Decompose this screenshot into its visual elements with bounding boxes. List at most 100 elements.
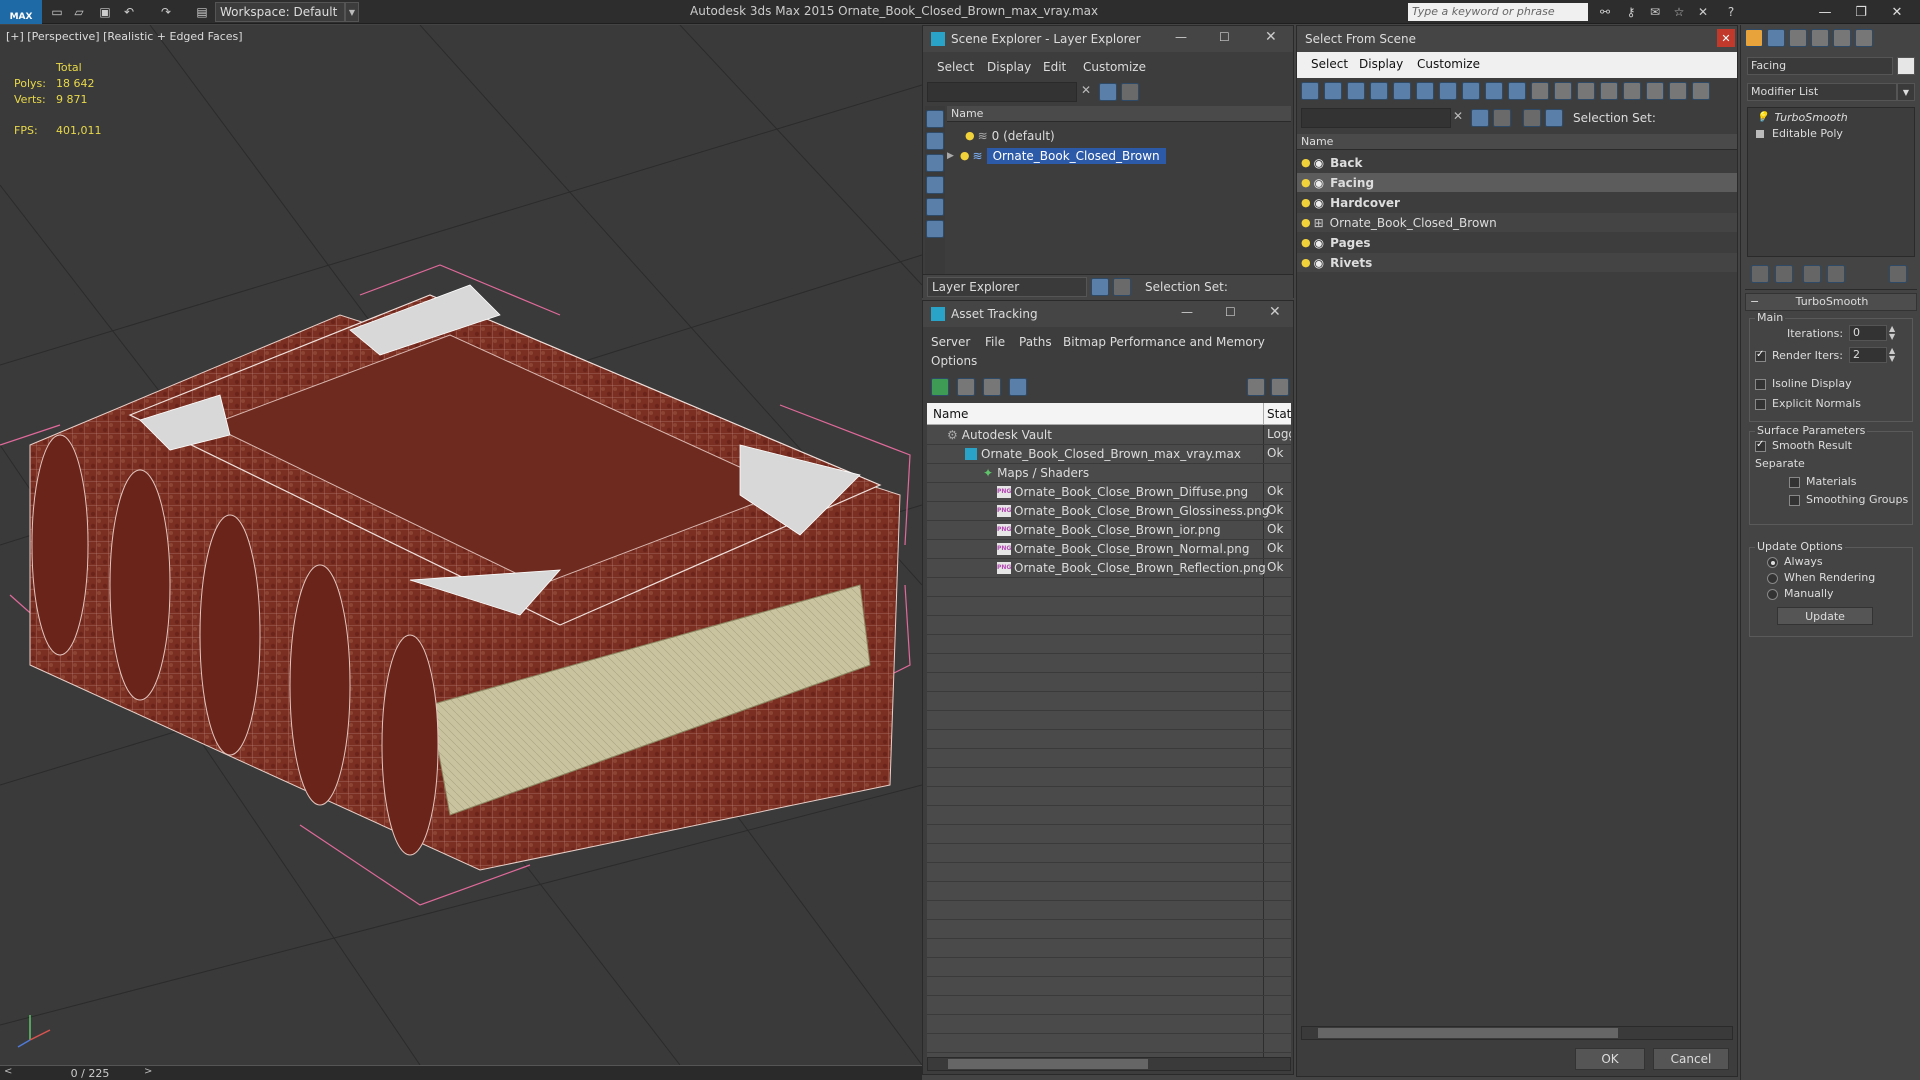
menu-edit[interactable]: Edit bbox=[1043, 60, 1066, 74]
filter-icon[interactable] bbox=[1099, 83, 1117, 101]
layers-icon[interactable] bbox=[1523, 109, 1541, 127]
restore-button[interactable]: ❐ bbox=[1846, 2, 1876, 22]
table-row[interactable]: Ornate_Book_Closed_Brown_max_vray.max bbox=[965, 444, 1241, 463]
display-objects-icon[interactable] bbox=[926, 110, 944, 128]
explicit-normals-checkbox[interactable]: Explicit Normals bbox=[1755, 397, 1861, 410]
table-row[interactable]: ✦ Maps / Shaders bbox=[983, 463, 1089, 482]
save-icon[interactable]: ▣ bbox=[96, 3, 114, 21]
iterations-spinner[interactable]: 0 bbox=[1849, 325, 1887, 341]
materials-checkbox[interactable]: Materials bbox=[1789, 475, 1856, 488]
chevron-right-icon[interactable]: > bbox=[144, 1066, 152, 1077]
time-slider[interactable]: < 0 / 225 > bbox=[0, 1065, 922, 1080]
cancel-button[interactable]: Cancel bbox=[1653, 1048, 1729, 1070]
horizontal-scrollbar[interactable] bbox=[927, 1057, 1291, 1071]
column-header[interactable]: Name bbox=[947, 106, 1291, 122]
render-iters-spinner[interactable]: 2 bbox=[1849, 347, 1887, 363]
manually-radio[interactable]: Manually bbox=[1767, 587, 1834, 600]
lights-filter-icon[interactable] bbox=[1347, 82, 1365, 100]
close-icon[interactable]: ✕ bbox=[1269, 304, 1281, 320]
filter-filter-icon[interactable] bbox=[1646, 82, 1664, 100]
search-input[interactable]: Type a keyword or phrase bbox=[1408, 3, 1588, 21]
isoline-display-checkbox[interactable]: Isoline Display bbox=[1755, 377, 1852, 390]
always-radio[interactable]: Always bbox=[1767, 555, 1823, 568]
viewport-label[interactable]: [+] [Perspective] [Realistic + Edged Fac… bbox=[6, 30, 243, 43]
spinner-arrows-icon[interactable]: ▲ ▼ bbox=[1889, 325, 1895, 341]
asset-tracking-titlebar[interactable]: Asset Tracking — ☐ ✕ bbox=[923, 301, 1293, 327]
object-color-swatch[interactable] bbox=[1897, 57, 1915, 75]
display-cameras-icon[interactable] bbox=[926, 198, 944, 216]
pin-stack-icon[interactable] bbox=[1751, 265, 1769, 283]
containers-filter-icon[interactable] bbox=[1508, 82, 1526, 100]
table-header[interactable]: Name Stat bbox=[927, 403, 1291, 425]
menu-server[interactable]: Server bbox=[931, 335, 970, 349]
turbosmooth-rollout-header[interactable]: − TurboSmooth bbox=[1745, 293, 1917, 311]
hidden-filter-icon[interactable] bbox=[1554, 82, 1572, 100]
workspace-dropdown[interactable]: Workspace: Default bbox=[215, 2, 345, 22]
thumbnail-view-icon[interactable] bbox=[983, 378, 1001, 396]
display-lights-icon[interactable] bbox=[926, 176, 944, 194]
light-bulb-icon[interactable]: ● bbox=[1301, 236, 1311, 249]
display-shapes-icon[interactable] bbox=[926, 154, 944, 172]
key-icon[interactable]: ⚷ bbox=[1622, 3, 1640, 21]
light-bulb-icon[interactable]: ● bbox=[1301, 256, 1311, 269]
col-name[interactable]: Name bbox=[933, 407, 968, 421]
hierarchy-icon[interactable] bbox=[1113, 278, 1131, 296]
help-icon[interactable] bbox=[1247, 378, 1265, 396]
menu-options[interactable]: Options bbox=[931, 354, 977, 368]
open-file-icon[interactable]: ▱ bbox=[70, 3, 88, 21]
menu-display[interactable]: Display bbox=[987, 60, 1031, 74]
light-bulb-icon[interactable]: ● bbox=[965, 129, 975, 142]
app-logo[interactable]: MAX bbox=[0, 0, 42, 24]
hierarchy-tab-icon[interactable] bbox=[1789, 29, 1807, 47]
binoculars-icon[interactable]: ⚯ bbox=[1596, 3, 1614, 21]
perspective-viewport[interactable]: [+] [Perspective] [Realistic + Edged Fac… bbox=[0, 25, 922, 1065]
chevron-left-icon[interactable]: < bbox=[4, 1066, 12, 1077]
scene-explorer-titlebar[interactable]: Scene Explorer - Layer Explorer — ☐ ✕ bbox=[923, 26, 1293, 52]
light-bulb-icon[interactable]: ● bbox=[1301, 156, 1311, 169]
render-iters-checkbox[interactable]: Render Iters: bbox=[1755, 349, 1843, 362]
table-row[interactable]: PNG Ornate_Book_Close_Brown_Diffuse.png bbox=[997, 482, 1248, 501]
table-row[interactable]: PNG Ornate_Book_Close_Brown_Reflection.p… bbox=[997, 558, 1266, 577]
modify-tab-icon[interactable] bbox=[1767, 29, 1785, 47]
list-item[interactable]: ● ◉ Pages bbox=[1297, 233, 1737, 252]
create-tab-icon[interactable] bbox=[1745, 29, 1763, 47]
project-folder-icon[interactable]: ▤ bbox=[193, 3, 211, 21]
table-row[interactable]: PNG Ornate_Book_Close_Brown_Glossiness.p… bbox=[997, 501, 1269, 520]
frozen-filter-icon[interactable] bbox=[1531, 82, 1549, 100]
update-button[interactable]: Update bbox=[1777, 607, 1873, 625]
select-from-scene-titlebar[interactable]: Select From Scene ✕ bbox=[1297, 26, 1737, 52]
display-tab-icon[interactable] bbox=[1833, 29, 1851, 47]
close-icon[interactable]: ✕ bbox=[1717, 29, 1735, 47]
cameras-filter-icon[interactable] bbox=[1370, 82, 1388, 100]
geometry-filter-icon[interactable] bbox=[1301, 82, 1319, 100]
clear-icon[interactable]: ✕ bbox=[1453, 109, 1463, 123]
ok-button[interactable]: OK bbox=[1575, 1048, 1645, 1070]
close-button[interactable]: ✕ bbox=[1882, 2, 1912, 22]
minimize-icon[interactable]: — bbox=[1181, 305, 1193, 319]
layers-icon[interactable] bbox=[1091, 278, 1109, 296]
remove-modifier-icon[interactable] bbox=[1827, 265, 1845, 283]
horizontal-scrollbar[interactable] bbox=[1301, 1026, 1733, 1040]
help-icon[interactable]: ? bbox=[1722, 3, 1740, 21]
make-unique-icon[interactable] bbox=[1803, 265, 1821, 283]
configure-sets-icon[interactable] bbox=[1889, 265, 1907, 283]
minimize-button[interactable]: — bbox=[1810, 2, 1840, 22]
menu-bitmap-performance[interactable]: Bitmap Performance and Memory bbox=[1063, 335, 1265, 349]
explorer-type-dropdown[interactable]: Layer Explorer bbox=[927, 277, 1087, 297]
new-file-icon[interactable]: ▭ bbox=[48, 3, 66, 21]
display-none-filter-icon[interactable] bbox=[1600, 82, 1618, 100]
groups-filter-icon[interactable] bbox=[1439, 82, 1457, 100]
scrollbar-thumb[interactable] bbox=[948, 1059, 1148, 1069]
display-geometry-icon[interactable] bbox=[926, 132, 944, 150]
light-bulb-icon[interactable]: ● bbox=[1301, 196, 1311, 209]
chevron-down-icon[interactable]: ▼ bbox=[1897, 83, 1915, 101]
menu-customize[interactable]: Customize bbox=[1083, 60, 1146, 74]
display-helpers-icon[interactable] bbox=[926, 220, 944, 238]
redo-icon[interactable]: ↷ bbox=[157, 3, 175, 21]
close-icon[interactable]: ✕ bbox=[1265, 29, 1277, 45]
filter-icon[interactable] bbox=[1471, 109, 1489, 127]
stack-item-editable-poly[interactable]: Editable Poly bbox=[1756, 124, 1843, 143]
clear-icon[interactable]: ✕ bbox=[1081, 83, 1091, 97]
sort-filter-icon[interactable] bbox=[1669, 82, 1687, 100]
table-row[interactable]: PNG Ornate_Book_Close_Brown_ior.png bbox=[997, 520, 1221, 539]
